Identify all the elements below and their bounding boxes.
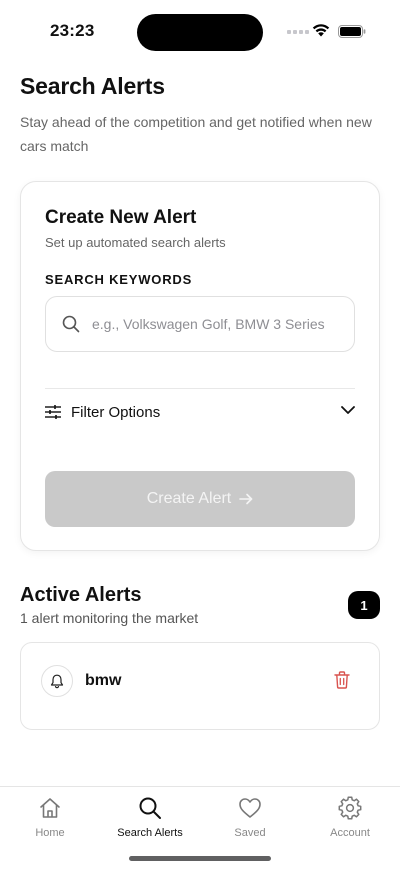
trash-icon[interactable]	[334, 671, 350, 689]
tab-saved-label: Saved	[234, 827, 266, 839]
alert-count-badge: 1	[348, 591, 380, 619]
create-alert-button-label: Create Alert	[146, 490, 232, 507]
tab-account-label: Account	[330, 827, 370, 839]
divider	[45, 388, 355, 389]
search-keywords-label: SEARCH KEYWORDS	[45, 272, 193, 287]
dynamic-island	[137, 14, 263, 51]
gear-icon	[338, 796, 362, 820]
home-icon	[40, 798, 60, 818]
wifi-icon	[312, 24, 330, 37]
tab-saved[interactable]: Saved	[200, 795, 300, 839]
tab-home[interactable]: Home	[0, 795, 100, 839]
status-bar: 23:23	[0, 0, 400, 62]
active-alerts-title: Active Alerts	[20, 584, 142, 606]
screen: 23:23 Search Alerts Stay ahead of the co…	[0, 0, 400, 870]
create-alert-card: Create New Alert Set up automated search…	[20, 181, 380, 551]
page-subtitle: Stay ahead of the competition and get no…	[20, 114, 372, 154]
tab-search-alerts[interactable]: Search Alerts	[100, 795, 200, 839]
arrow-right-icon	[239, 493, 253, 505]
filter-options-toggle[interactable]: Filter Options	[45, 400, 355, 428]
home-indicator	[129, 856, 271, 861]
search-icon	[62, 315, 80, 333]
bell-icon	[50, 674, 64, 688]
heart-icon	[239, 798, 261, 818]
bell-icon-container	[41, 665, 73, 697]
tab-account[interactable]: Account	[300, 795, 400, 839]
battery-icon	[338, 25, 366, 38]
page-title: Search Alerts	[20, 73, 165, 99]
sliders-icon	[45, 405, 61, 419]
active-alerts-subtitle: 1 alert monitoring the market	[20, 610, 199, 626]
search-keywords-field[interactable]	[45, 296, 355, 352]
chevron-down-icon	[341, 406, 355, 414]
search-icon	[139, 797, 161, 819]
cellular-signal-icon	[287, 30, 309, 34]
create-alert-subtitle: Set up automated search alerts	[45, 235, 226, 250]
alert-name: bmw	[85, 672, 122, 689]
tab-home-label: Home	[35, 827, 65, 839]
filter-options-label: Filter Options	[71, 404, 161, 421]
search-keywords-input[interactable]	[92, 297, 344, 351]
create-alert-title: Create New Alert	[45, 207, 197, 228]
alert-item[interactable]: bmw	[20, 642, 380, 730]
create-alert-button[interactable]: Create Alert	[45, 471, 355, 527]
status-time: 23:23	[50, 21, 95, 40]
tab-search-alerts-label: Search Alerts	[117, 827, 183, 839]
